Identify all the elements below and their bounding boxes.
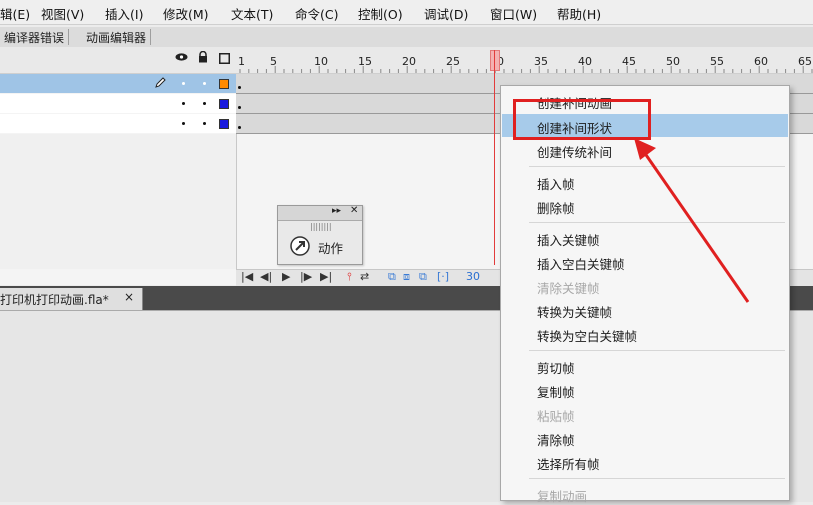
menu-insert[interactable]: 插入(I) (105, 4, 143, 23)
keyframe-dot[interactable] (238, 86, 241, 89)
panel-titlebar[interactable]: ▸▸ ✕ (278, 205, 362, 221)
menu-item-select-all-frames[interactable]: 选择所有帧 (537, 454, 600, 473)
keyframe-dot[interactable] (238, 106, 241, 109)
menu-edit[interactable]: 辑(E) (0, 4, 30, 23)
menu-control[interactable]: 控制(O) (358, 4, 403, 23)
outline-icon[interactable] (219, 53, 230, 67)
menu-item-insert-keyframe[interactable]: 插入关键帧 (537, 230, 600, 249)
layer-color-swatch[interactable] (219, 119, 229, 129)
menu-item-remove-frames[interactable]: 删除帧 (537, 198, 575, 217)
lock-icon[interactable] (198, 50, 208, 66)
menu-separator (529, 478, 785, 479)
step-forward-icon[interactable]: |▶ (300, 270, 312, 283)
lock-dot[interactable] (203, 82, 206, 85)
panel-tab-bar: 编译器错误 动画编辑器 (0, 27, 813, 48)
lock-dot[interactable] (203, 102, 206, 105)
menu-separator (529, 350, 785, 351)
center-frame-icon[interactable]: ⫯ (347, 270, 352, 284)
menu-item-insert-frame[interactable]: 插入帧 (537, 174, 575, 193)
eye-icon[interactable] (175, 52, 188, 65)
menu-debug[interactable]: 调试(D) (424, 4, 468, 23)
menu-item-paste-frames: 粘贴帧 (537, 409, 575, 424)
keyframe-dot[interactable] (238, 126, 241, 129)
layer-name-area[interactable] (0, 74, 236, 93)
onion-skin-icon[interactable]: ⧉ (388, 270, 396, 284)
visibility-dot[interactable] (182, 122, 185, 125)
menubar: 辑(E) 视图(V) 插入(I) 修改(M) 文本(T) 命令(C) 控制(O)… (0, 0, 813, 25)
current-frame-display[interactable]: 30 (466, 270, 480, 283)
layer-color-swatch[interactable] (219, 79, 229, 89)
onion-markers-icon[interactable]: [·] (437, 270, 449, 283)
loop-icon[interactable]: ⇄ (360, 270, 369, 283)
menu-item-copy-motion: 复制动画 (537, 489, 588, 504)
playhead-line (494, 50, 495, 265)
onion-outline-icon[interactable]: ⧈ (403, 270, 410, 284)
ruler-ticks (239, 66, 813, 73)
menu-window[interactable]: 窗口(W) (490, 4, 537, 23)
close-icon[interactable]: ✕ (350, 205, 358, 216)
menu-item-cut-frames[interactable]: 剪切帧 (537, 358, 575, 377)
menu-modify[interactable]: 修改(M) (163, 4, 209, 23)
menu-item-convert-to-blank-keyframes[interactable]: 转换为空白关键帧 (537, 326, 637, 345)
menu-text[interactable]: 文本(T) (231, 4, 273, 23)
actions-label[interactable]: 动作 (318, 238, 343, 257)
menu-item-copy-frames[interactable]: 复制帧 (537, 382, 575, 401)
visibility-dot[interactable] (182, 102, 185, 105)
menu-item-insert-blank-keyframe[interactable]: 插入空白关键帧 (537, 254, 625, 273)
layer-color-swatch[interactable] (219, 99, 229, 109)
collapse-icon[interactable]: ▸▸ (332, 206, 341, 216)
layer-list-empty (0, 134, 237, 269)
pencil-icon (154, 76, 166, 92)
close-tab-icon[interactable]: × (124, 290, 134, 304)
visibility-dot[interactable] (182, 82, 185, 85)
annotation-arrow (634, 138, 750, 303)
menu-help[interactable]: 帮助(H) (557, 4, 601, 23)
actions-panel[interactable]: ▸▸ ✕ |||||||| 动作 (277, 205, 363, 265)
go-to-first-frame-icon[interactable]: |◀ (241, 270, 253, 283)
menu-view[interactable]: 视图(V) (41, 4, 84, 23)
menu-item-convert-to-keyframes[interactable]: 转换为关键帧 (537, 302, 612, 321)
tab-compiler-errors[interactable]: 编译器错误 (0, 29, 70, 45)
playhead[interactable] (490, 50, 500, 71)
step-back-icon[interactable]: ◀| (260, 270, 272, 283)
actions-icon[interactable] (290, 236, 310, 259)
tab-motion-editor[interactable]: 动画编辑器 (82, 29, 152, 45)
menu-item-clear-frames[interactable]: 清除帧 (537, 430, 575, 449)
menu-item-create-classic-tween[interactable]: 创建传统补间 (537, 142, 612, 161)
menu-item-clear-keyframe: 清除关键帧 (537, 281, 600, 296)
lock-dot[interactable] (203, 122, 206, 125)
edit-multiple-frames-icon[interactable]: ⧉ (419, 270, 427, 284)
play-icon[interactable]: ▶ (282, 270, 290, 283)
go-to-last-frame-icon[interactable]: ▶| (320, 270, 332, 283)
document-tab-label: 打印机打印动画.fla* (0, 293, 109, 307)
grip-icon[interactable]: |||||||| (310, 222, 332, 231)
document-tab[interactable]: 打印机打印动画.fla* × (0, 288, 143, 310)
menu-commands[interactable]: 命令(C) (295, 4, 338, 23)
